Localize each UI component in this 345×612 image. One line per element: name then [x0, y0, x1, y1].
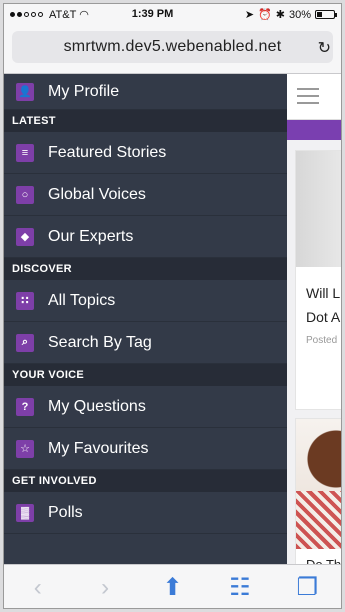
menu-item-polls[interactable]: ▓ Polls — [4, 492, 287, 534]
menu-item-featured-stories[interactable]: ≡ Featured Stories — [4, 132, 287, 174]
site-header — [287, 74, 341, 120]
alarm-icon: ⏰ — [258, 9, 272, 21]
url-field[interactable]: smrtwm.dev5.webenabled.net — [12, 31, 333, 63]
location-icon: ➤ — [244, 9, 255, 21]
story-title-line: Dot A — [306, 309, 341, 325]
heart-icon[interactable]: ♡ — [340, 381, 341, 402]
bluetooth-icon: ✱ — [275, 9, 285, 21]
menu-item-my-questions[interactable]: ? My Questions — [4, 386, 287, 428]
story-card[interactable]: Will L Dot A Posted ♡ — [295, 150, 341, 410]
battery-percent: 30% — [288, 8, 311, 21]
back-icon[interactable]: ‹ — [18, 574, 58, 602]
tree-icon: ∷ — [16, 291, 34, 310]
menu-item-label: All Topics — [48, 291, 116, 309]
story-image-detail — [296, 491, 341, 549]
menu-section-get-involved: GET INVOLVED — [4, 470, 287, 492]
tabs-icon[interactable]: ❐ — [287, 573, 327, 602]
menu-section-latest: LATEST — [4, 110, 287, 132]
reload-icon[interactable]: ↻ — [318, 38, 331, 58]
menu-item-my-favourites[interactable]: ☆ My Favourites — [4, 428, 287, 470]
speech-bubble-icon: ○ — [16, 185, 34, 204]
menu-item-global-voices[interactable]: ○ Global Voices — [4, 174, 287, 216]
story-title-line: Will L — [306, 285, 341, 301]
story-title: Do Th — [296, 549, 341, 564]
shield-icon: ◆ — [16, 227, 34, 246]
search-icon: ⌕ — [16, 333, 34, 352]
menu-item-search-by-tag[interactable]: ⌕ Search By Tag — [4, 322, 287, 364]
star-icon: ☆ — [16, 439, 34, 458]
document-icon: ≡ — [16, 143, 34, 162]
accent-bar — [287, 120, 341, 140]
battery-icon — [315, 10, 337, 19]
status-bar: AT&T ◠ 1:39 PM ➤ ⏰ ✱ 30% — [4, 4, 341, 24]
menu-item-label: My Profile — [48, 82, 120, 100]
menu-item-our-experts[interactable]: ◆ Our Experts — [4, 216, 287, 258]
menu-item-label: My Favourites — [48, 439, 149, 457]
menu-item-label: Featured Stories — [48, 143, 167, 161]
browser-toolbar: ‹ › ⬆ ☷ ❐ — [4, 564, 341, 608]
hamburger-menu-icon[interactable] — [297, 88, 319, 109]
side-menu: 👤 My Profile LATEST ≡ Featured Stories ○… — [4, 74, 287, 564]
person-icon: 👤 — [16, 82, 34, 101]
bookmarks-icon[interactable]: ☷ — [220, 573, 260, 602]
menu-section-your-voice: YOUR VOICE — [4, 364, 287, 386]
story-meta: Posted — [306, 335, 338, 346]
menu-item-label: My Questions — [48, 397, 146, 415]
menu-item-all-topics[interactable]: ∷ All Topics — [4, 280, 287, 322]
status-right: ➤ ⏰ ✱ 30% — [244, 8, 337, 21]
story-title: Will L Dot A — [296, 267, 341, 329]
share-icon[interactable]: ⬆ — [152, 573, 192, 602]
menu-item-label: Search By Tag — [48, 333, 152, 351]
bar-chart-icon: ▓ — [16, 503, 34, 522]
menu-item-label: Our Experts — [48, 227, 134, 245]
main-content-peek: Will L Dot A Posted ♡ Do Th — [287, 74, 341, 564]
menu-section-discover: DISCOVER — [4, 258, 287, 280]
story-card[interactable]: Do Th — [295, 418, 341, 564]
url-text: smrtwm.dev5.webenabled.net — [63, 38, 282, 55]
question-icon: ? — [16, 397, 34, 416]
menu-item-label: Global Voices — [48, 185, 146, 203]
story-image — [296, 151, 341, 267]
browser-address-bar: smrtwm.dev5.webenabled.net ↻ — [4, 24, 341, 74]
phone-screen: AT&T ◠ 1:39 PM ➤ ⏰ ✱ 30% smrtwm.dev5.web… — [3, 3, 342, 609]
menu-item-my-profile[interactable]: 👤 My Profile — [4, 74, 287, 110]
menu-item-label: Polls — [48, 503, 83, 521]
forward-icon[interactable]: › — [85, 574, 125, 602]
